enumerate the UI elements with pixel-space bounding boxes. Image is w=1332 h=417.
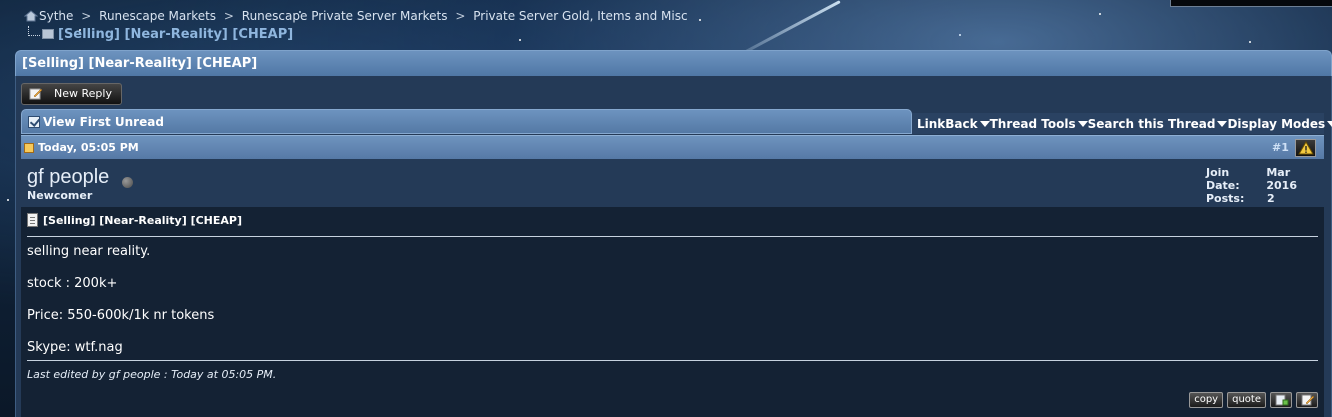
edited-note: Last edited by gf people : Today at 05:0… — [27, 368, 277, 381]
offline-status-icon — [122, 177, 133, 188]
post-footer: Last edited by gf people : Today at 05:0… — [27, 360, 1318, 381]
user-stats: Join Date: Mar 2016 Posts: 2 — [1206, 166, 1324, 205]
join-date-value: Mar 2016 — [1266, 166, 1297, 192]
thread-panel: [Selling] [Near-Reality] [CHEAP] New Rep… — [15, 50, 1332, 417]
warning-icon — [1298, 141, 1314, 155]
copy-button[interactable]: copy — [1189, 392, 1224, 408]
breadcrumb-item-runescape-markets[interactable]: Runescape Markets — [99, 9, 216, 23]
username-link[interactable]: gf people — [27, 166, 109, 189]
view-first-unread-bar: View First Unread — [21, 109, 912, 134]
post-line: Price: 550-600k/1k nr tokens — [27, 308, 215, 323]
checkbox-icon — [28, 116, 40, 128]
multi-quote-icon — [1275, 394, 1289, 406]
post-line: stock : 200k+ — [27, 276, 118, 291]
new-reply-icon — [29, 87, 43, 100]
current-thread-crumb: [Selling] [Near-Reality] [CHEAP] — [28, 26, 293, 42]
tree-line-icon — [28, 26, 40, 36]
home-icon[interactable] — [23, 10, 39, 22]
post-number-link[interactable]: #1 — [1272, 141, 1289, 154]
thread-tools-menu: LinkBack Thread Tools Search this Thread… — [912, 113, 1332, 134]
post-line: Skype: wtf.nag — [27, 340, 123, 355]
thread-title: [Selling] [Near-Reality] [CHEAP] — [22, 56, 258, 71]
thread-tools-menu-button[interactable]: Thread Tools — [990, 117, 1088, 131]
breadcrumb-separator: > — [455, 9, 466, 23]
chevron-down-icon — [979, 120, 990, 127]
breadcrumb-separator: > — [223, 9, 234, 23]
display-modes-menu[interactable]: Display Modes — [1227, 117, 1332, 131]
post-message: selling near reality. stock : 200k+ Pric… — [27, 237, 1318, 360]
post-content: [Selling] [Near-Reality] [CHEAP] selling… — [21, 207, 1324, 417]
post-title-row: [Selling] [Near-Reality] [CHEAP] — [27, 207, 1318, 237]
posts-label: Posts: — [1206, 192, 1245, 205]
chevron-down-icon — [1327, 120, 1332, 127]
search-thread-menu[interactable]: Search this Thread — [1088, 117, 1228, 131]
join-date-label: Join Date: — [1206, 166, 1240, 192]
breadcrumb-item-gold-items-misc[interactable]: Private Server Gold, Items and Misc — [473, 9, 687, 23]
chevron-down-icon — [1217, 120, 1228, 127]
chevron-down-icon — [1077, 120, 1088, 127]
top-right-banner-edge — [1170, 0, 1332, 7]
new-reply-label: New Reply — [54, 87, 112, 100]
post-actions: copy quote — [1189, 392, 1318, 408]
post-user-info: gf people Newcomer Join Date: Mar 2016 Po… — [21, 159, 1324, 207]
linkback-menu[interactable]: LinkBack — [917, 117, 990, 131]
folder-icon — [42, 29, 54, 39]
display-modes-label: Display Modes — [1227, 116, 1326, 131]
search-thread-label: Search this Thread — [1087, 116, 1216, 131]
thread-header: [Selling] [Near-Reality] [CHEAP] — [15, 50, 1332, 76]
report-post-button[interactable] — [1295, 139, 1316, 157]
post-status-icon — [24, 143, 34, 153]
user-title: Newcomer — [27, 189, 93, 202]
view-first-unread-link[interactable]: View First Unread — [43, 115, 164, 129]
new-reply-button[interactable]: New Reply — [21, 83, 122, 105]
current-thread-title: [Selling] [Near-Reality] [CHEAP] — [58, 27, 294, 42]
breadcrumb: Sythe > Runescape Markets > Runescape Pr… — [23, 9, 688, 23]
posts-count: 2 — [1267, 192, 1275, 205]
breadcrumb-item-private-server-markets[interactable]: Runescape Private Server Markets — [242, 9, 448, 23]
post-line: selling near reality. — [27, 244, 151, 259]
breadcrumb-separator: > — [81, 9, 92, 23]
breadcrumb-item-sythe[interactable]: Sythe — [39, 9, 73, 23]
multi-quote-button[interactable] — [1270, 392, 1292, 408]
edit-post-button[interactable] — [1296, 392, 1318, 408]
post-title: [Selling] [Near-Reality] [CHEAP] — [43, 214, 242, 227]
linkback-label: LinkBack — [917, 116, 978, 131]
post-date: Today, 05:05 PM — [38, 141, 139, 154]
edit-icon — [1301, 394, 1315, 406]
thread-toolbar: View First Unread LinkBack Thread Tools … — [21, 109, 1332, 134]
post-header: Today, 05:05 PM #1 — [21, 135, 1324, 159]
quote-button[interactable]: quote — [1227, 392, 1266, 408]
document-icon — [27, 213, 38, 227]
thread-tools-label: Thread Tools — [989, 116, 1076, 131]
